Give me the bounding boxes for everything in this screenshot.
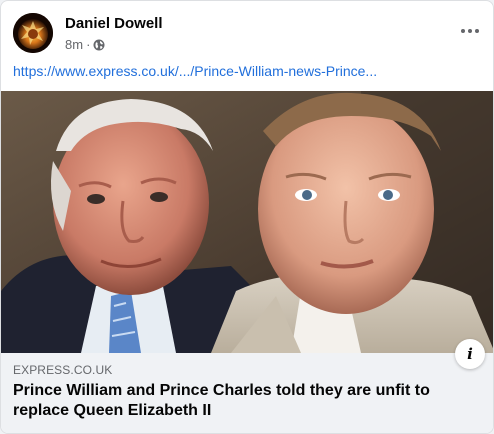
post-meta: 8m · xyxy=(65,37,105,52)
post-header: Daniel Dowell 8m · xyxy=(13,13,483,57)
facebook-post: Daniel Dowell 8m · https://www.express.c… xyxy=(0,0,494,434)
avatar[interactable] xyxy=(13,13,53,53)
meta-separator: · xyxy=(86,37,91,52)
post-timestamp[interactable]: 8m xyxy=(65,37,83,52)
info-button[interactable]: i xyxy=(455,339,485,369)
link-preview-footer[interactable]: EXPRESS.CO.UK Prince William and Prince … xyxy=(1,353,493,433)
more-horizontal-icon xyxy=(461,29,465,33)
link-headline[interactable]: Prince William and Prince Charles told t… xyxy=(13,381,453,421)
link-preview-image[interactable] xyxy=(1,91,493,353)
link-domain: EXPRESS.CO.UK xyxy=(13,363,113,377)
more-options-button[interactable] xyxy=(457,21,483,41)
post-link[interactable]: https://www.express.co.uk/.../Prince-Wil… xyxy=(13,63,483,79)
author-name[interactable]: Daniel Dowell xyxy=(65,15,163,32)
globe-icon[interactable] xyxy=(93,39,105,51)
info-icon: i xyxy=(467,345,473,363)
